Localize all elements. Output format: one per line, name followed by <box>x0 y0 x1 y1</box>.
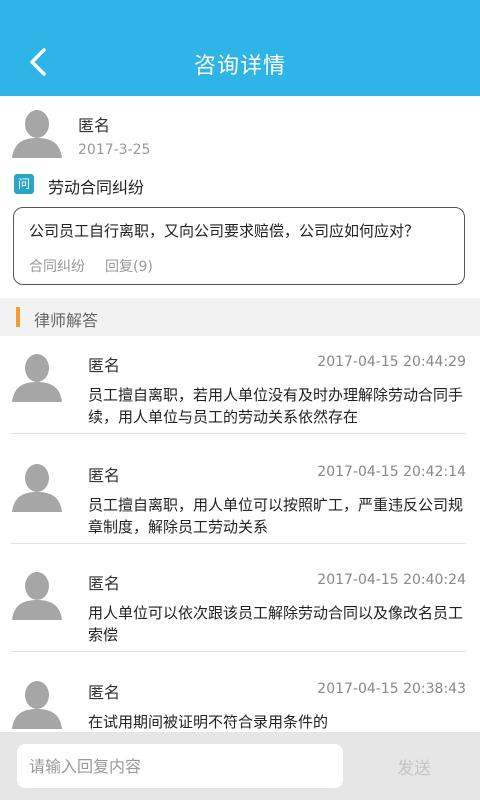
section-header: 律师解答 <box>0 298 480 336</box>
question-badge-icon: 问 <box>14 174 34 194</box>
app-header: 咨询详情 <box>0 0 480 96</box>
reply-composer: 发送 <box>0 732 480 800</box>
question-content: 公司员工自行离职，又向公司要求赔偿，公司应如何应对？ <box>29 222 420 240</box>
section-title: 律师解答 <box>34 311 99 330</box>
answer-time: 2017-04-15 20:42:14 <box>317 464 466 480</box>
answer-author: 匿名 <box>88 356 121 375</box>
send-button[interactable]: 发送 <box>376 744 452 788</box>
avatar <box>10 458 64 512</box>
answer-time: 2017-04-15 20:38:43 <box>317 681 466 697</box>
answer-author: 匿名 <box>88 466 121 485</box>
answer-text: 员工擅自离职，用人单位可以按照旷工，严重违反公司规章制度，解除员工劳动关系 <box>88 496 464 536</box>
asker-name: 匿名 <box>78 116 111 135</box>
answer-author: 匿名 <box>88 683 121 702</box>
answer-item: 匿名 2017-04-15 20:44:29 员工擅自离职，若用人单位没有及时办… <box>0 338 480 434</box>
divider <box>10 651 466 652</box>
divider <box>10 543 466 544</box>
page-title: 咨询详情 <box>193 54 286 79</box>
avatar <box>10 675 64 729</box>
section-accent-bar <box>16 307 20 327</box>
question-date: 2017-3-25 <box>78 142 151 158</box>
answer-item: 匿名 2017-04-15 20:38:43 在试用期间被证明不符合录用条件的 <box>0 665 480 735</box>
answer-text: 员工擅自离职，若用人单位没有及时办理解除劳动合同手续，用人单位与员工的劳动关系依… <box>88 386 464 426</box>
answer-author: 匿名 <box>88 574 121 593</box>
avatar <box>10 104 64 158</box>
answer-time: 2017-04-15 20:40:24 <box>317 572 466 588</box>
avatar <box>10 348 64 402</box>
answer-item: 匿名 2017-04-15 20:42:14 员工擅自离职，用人单位可以按照旷工… <box>0 448 480 544</box>
answer-time: 2017-04-15 20:44:29 <box>317 354 466 370</box>
reply-input[interactable] <box>17 744 343 788</box>
answer-text: 用人单位可以依次跟该员工解除劳动合同以及像改名员工索偿 <box>88 604 464 644</box>
avatar <box>10 566 64 620</box>
divider <box>10 433 466 434</box>
answer-text: 在试用期间被证明不符合录用条件的 <box>88 713 329 731</box>
question-tag[interactable]: 合同纠纷 <box>29 256 85 276</box>
question-card: 公司员工自行离职，又向公司要求赔偿，公司应如何应对？ 合同纠纷 回复(9) <box>13 207 465 285</box>
question-title: 劳动合同纠纷 <box>48 178 145 197</box>
reply-count: 回复(9) <box>105 259 153 275</box>
answer-item: 匿名 2017-04-15 20:40:24 用人单位可以依次跟该员工解除劳动合… <box>0 556 480 652</box>
